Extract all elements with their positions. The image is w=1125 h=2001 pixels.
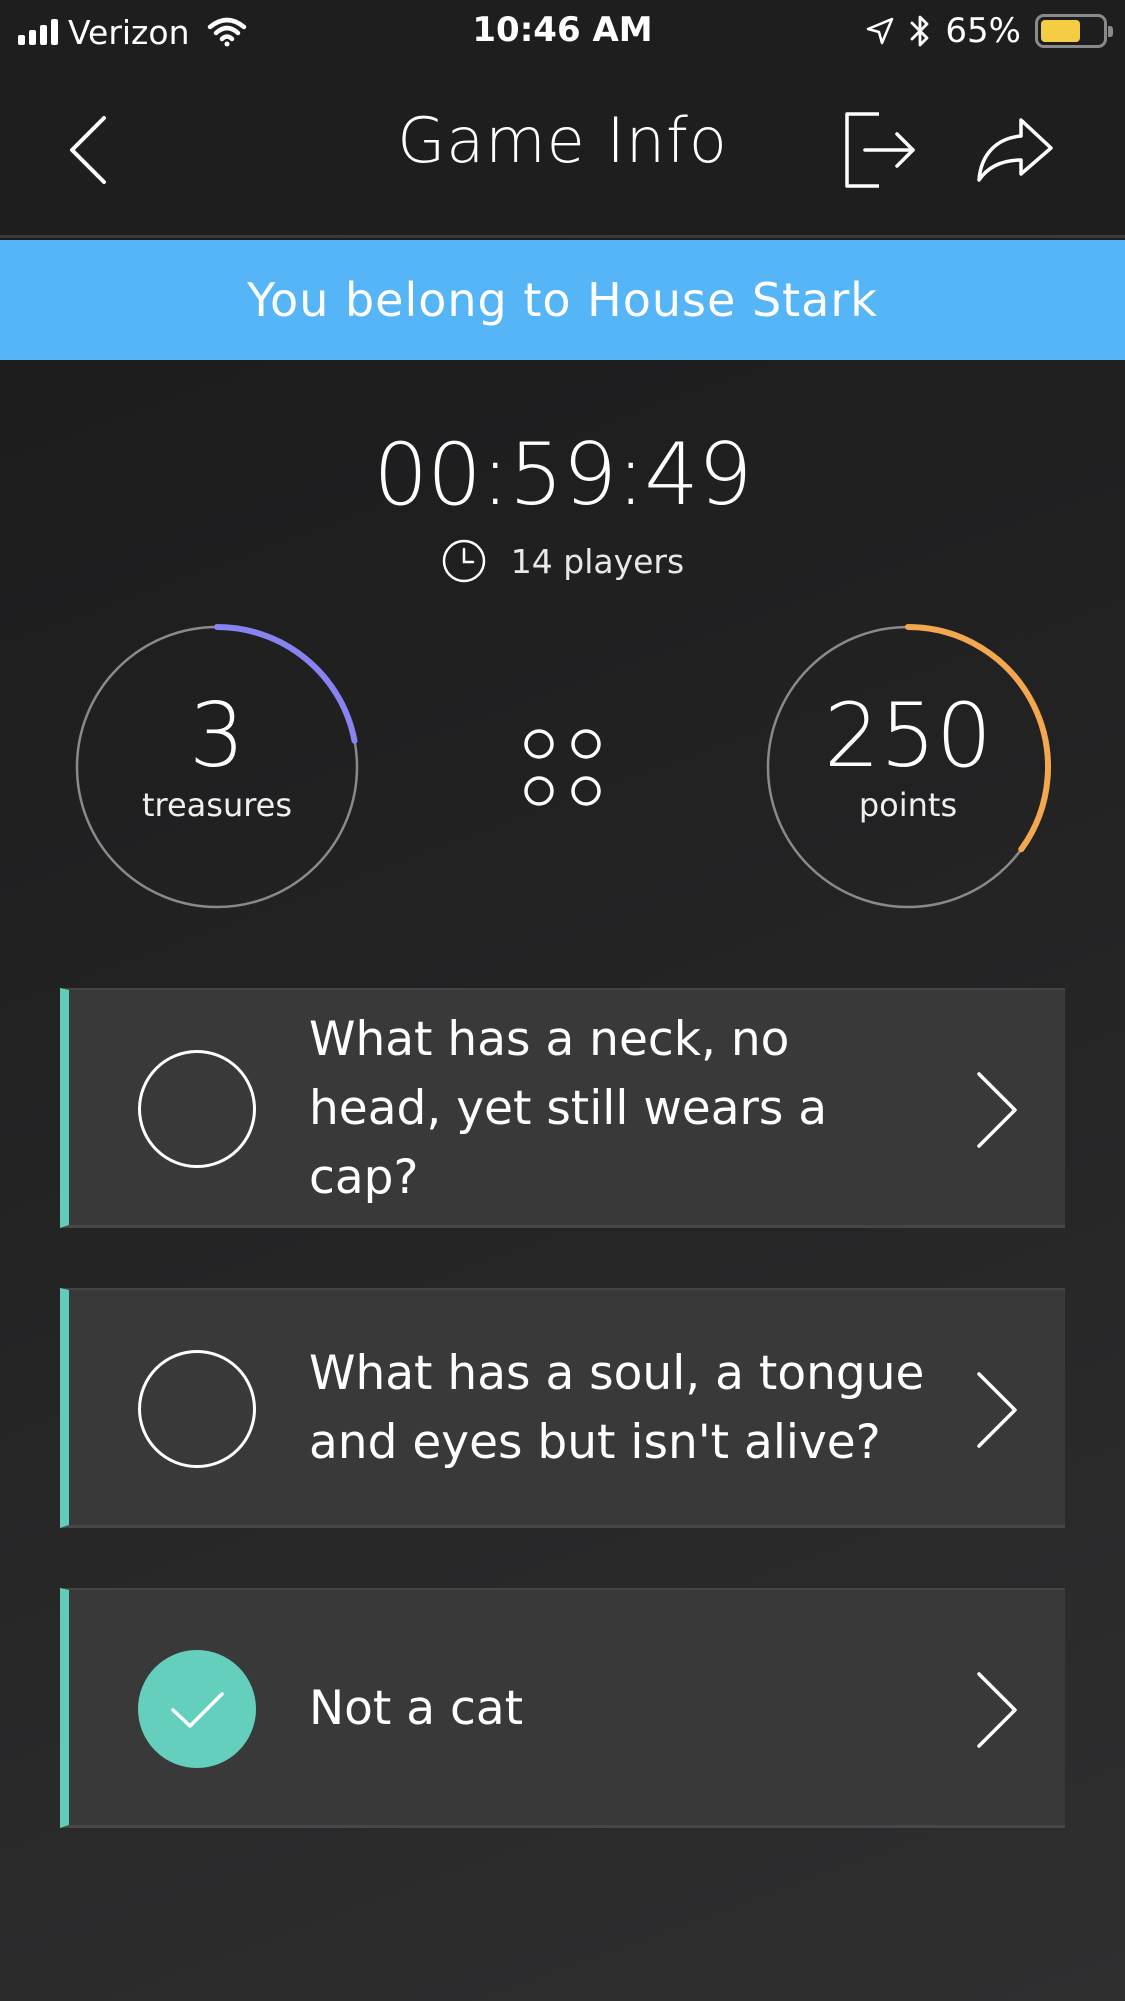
battery-percent: 65% bbox=[945, 11, 1021, 51]
players-row: 14 players bbox=[0, 536, 1125, 586]
treasures-ring: 3 treasures bbox=[72, 622, 362, 912]
chevron-right-icon bbox=[977, 1072, 1017, 1148]
game-info-screen: Verizon 10:46 AM 65% Game Info You belon… bbox=[0, 0, 1125, 2001]
chevron-right-icon bbox=[977, 1372, 1017, 1448]
question-text: What has a soul, a tongue and eyes but i… bbox=[309, 1346, 925, 1470]
location-arrow-icon bbox=[867, 17, 894, 45]
grid-menu-icon[interactable] bbox=[515, 720, 610, 815]
page-title: Game Info bbox=[397, 104, 728, 177]
question-status-circle bbox=[138, 1350, 256, 1468]
players-count: 14 players bbox=[510, 541, 685, 581]
status-bar: Verizon 10:46 AM 65% bbox=[0, 0, 1125, 62]
game-timer: 00:59:49 bbox=[373, 425, 752, 525]
question-text: What has a neck, no head, yet still wear… bbox=[309, 1011, 828, 1205]
battery-fill bbox=[1041, 20, 1080, 42]
clock-icon bbox=[442, 539, 486, 583]
question-text: Not a cat bbox=[309, 1680, 524, 1736]
battery-icon bbox=[1035, 14, 1113, 48]
points-ring: 250 points bbox=[763, 622, 1053, 912]
question-card[interactable]: Not a cat bbox=[60, 1588, 1065, 1828]
navigation-bar: Game Info bbox=[0, 62, 1125, 238]
question-card[interactable]: What has a neck, no head, yet still wear… bbox=[60, 988, 1065, 1228]
bluetooth-icon bbox=[911, 15, 929, 47]
points-value: 250 bbox=[824, 684, 992, 787]
question-status-circle bbox=[138, 1050, 256, 1168]
question-status-circle bbox=[138, 1650, 256, 1768]
checkmark-icon bbox=[171, 1692, 224, 1728]
share-icon[interactable] bbox=[975, 116, 1055, 184]
exit-icon[interactable] bbox=[843, 110, 919, 190]
points-label: points bbox=[858, 786, 958, 824]
treasures-value: 3 bbox=[189, 684, 245, 787]
treasures-label: treasures bbox=[141, 786, 293, 824]
chevron-right-icon bbox=[977, 1672, 1017, 1748]
status-right: 65% bbox=[865, 10, 1113, 52]
house-banner: You belong to House Stark bbox=[0, 240, 1125, 360]
question-card[interactable]: What has a soul, a tongue and eyes but i… bbox=[60, 1288, 1065, 1528]
